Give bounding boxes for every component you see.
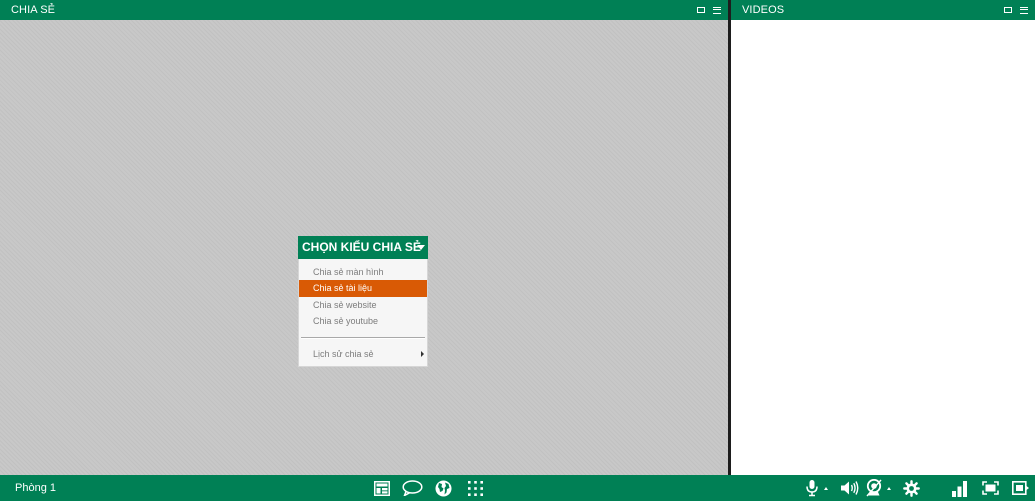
caret-down-icon (417, 245, 425, 250)
exit-icon[interactable] (1012, 479, 1030, 497)
menu-item-share-screen[interactable]: Chia sẻ màn hình (299, 264, 427, 280)
speaker-icon[interactable] (840, 479, 859, 497)
webcam-options-caret-icon[interactable] (887, 487, 891, 490)
share-panel: CHIA SẺ CHỌN KIỂU CHIA SẺ Chia sẻ màn hì… (0, 0, 728, 475)
app-window: CHIA SẺ CHỌN KIỂU CHIA SẺ Chia sẻ màn hì… (0, 0, 1035, 501)
chat-icon[interactable] (401, 479, 423, 497)
videos-panel: VIDEOS (731, 0, 1035, 475)
share-type-menu: Chia sẻ màn hình Chia sẻ tài liệu Chia s… (298, 259, 428, 367)
restore-window-icon[interactable] (1004, 7, 1012, 13)
menu-icon[interactable] (713, 6, 721, 14)
menu-item-share-history[interactable]: Lịch sử chia sẻ (299, 346, 427, 362)
videos-panel-controls (1004, 0, 1028, 20)
menu-divider (301, 337, 425, 340)
share-type-dropdown: CHỌN KIỂU CHIA SẺ Chia sẻ màn hình Chia … (298, 236, 428, 367)
layout-icon[interactable] (373, 479, 390, 497)
menu-icon[interactable] (1020, 6, 1028, 14)
submenu-arrow-icon (421, 351, 424, 358)
menu-item-share-document[interactable]: Chia sẻ tài liệu (299, 280, 427, 297)
globe-icon[interactable] (434, 479, 452, 497)
share-panel-header: CHIA SẺ (0, 0, 728, 20)
share-history-label: Lịch sử chia sẻ (313, 349, 374, 360)
fullscreen-icon[interactable] (982, 479, 999, 497)
microphone-icon[interactable] (805, 479, 819, 497)
videos-panel-title: VIDEOS (742, 4, 785, 16)
share-type-dropdown-toggle[interactable]: CHỌN KIỂU CHIA SẺ (298, 236, 428, 259)
videos-panel-header: VIDEOS (731, 0, 1035, 20)
bottom-toolbar: Phòng 1 (0, 475, 1035, 501)
share-panel-controls (697, 0, 721, 20)
settings-icon[interactable] (903, 479, 920, 497)
apps-grid-icon[interactable] (466, 479, 484, 497)
room-name: Phòng 1 (15, 482, 56, 494)
share-panel-title: CHIA SẺ (11, 4, 56, 16)
signal-icon (950, 479, 968, 497)
webcam-icon[interactable] (866, 479, 882, 497)
microphone-options-caret-icon[interactable] (824, 487, 828, 490)
share-type-dropdown-label: CHỌN KIỂU CHIA SẺ (302, 240, 421, 254)
restore-window-icon[interactable] (697, 7, 705, 13)
menu-item-share-youtube[interactable]: Chia sẻ youtube (299, 313, 427, 329)
menu-item-share-website[interactable]: Chia sẻ website (299, 297, 427, 313)
